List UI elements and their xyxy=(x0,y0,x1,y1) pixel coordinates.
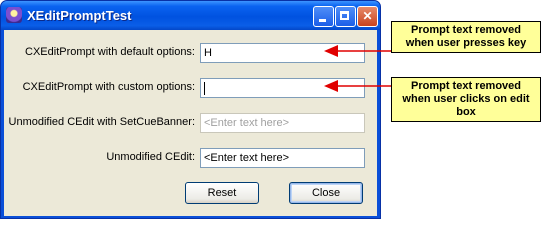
annotation-note-2: Prompt text removed when user clicks on … xyxy=(391,77,541,122)
arrowhead-2 xyxy=(324,80,338,92)
arrowhead-1 xyxy=(324,45,338,57)
annotation-note-1: Prompt text removed when user presses ke… xyxy=(391,21,541,53)
